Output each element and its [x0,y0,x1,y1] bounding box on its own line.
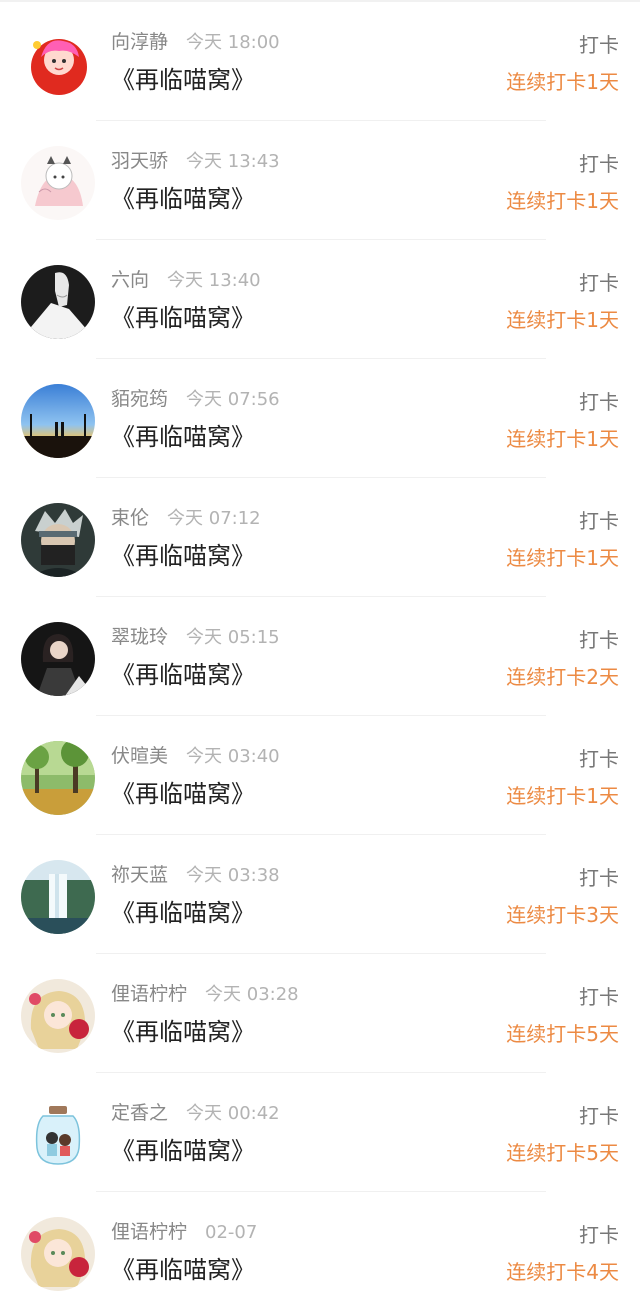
list-item[interactable]: 六向 今天 13:40 《再临喵窝》 打卡 连续打卡1天 [0,240,640,359]
user-name-text[interactable]: 伏暄美 [111,745,168,767]
action-label: 打卡 [579,866,619,890]
list-item[interactable]: 定香之 今天 00:42 《再临喵窝》 打卡 连续打卡5天 [0,1073,640,1192]
book-title[interactable]: 《再临喵窝》 [111,64,255,96]
list-item[interactable]: 俚语柠柠 02-07 《再临喵窝》 打卡 连续打卡4天 [0,1192,640,1311]
streak-label: 连续打卡5天 [506,1141,619,1165]
book-title[interactable]: 《再临喵窝》 [111,421,255,453]
checkin-time: 今天 05:15 [186,627,280,648]
list-item[interactable]: 祢天蓝 今天 03:38 《再临喵窝》 打卡 连续打卡3天 [0,835,640,954]
avatar[interactable] [21,860,95,934]
user-name-text[interactable]: 俚语柠柠 [111,983,187,1005]
checkin-time: 今天 07:56 [186,389,280,410]
user-name-text[interactable]: 貊宛筠 [111,388,168,410]
list-item[interactable]: 伏暄美 今天 03:40 《再临喵窝》 打卡 连续打卡1天 [0,716,640,835]
streak-label: 连续打卡3天 [506,903,619,927]
avatar[interactable] [21,741,95,815]
checkin-time: 今天 18:00 [186,32,280,53]
book-title[interactable]: 《再临喵窝》 [111,1254,255,1286]
avatar[interactable] [21,979,95,1053]
book-title[interactable]: 《再临喵窝》 [111,778,255,810]
checkin-time: 今天 00:42 [186,1103,280,1124]
streak-label: 连续打卡4天 [506,1260,619,1284]
action-label: 打卡 [579,33,619,57]
action-label: 打卡 [579,390,619,414]
streak-label: 连续打卡1天 [506,546,619,570]
avatar[interactable] [21,622,95,696]
avatar[interactable] [21,146,95,220]
list-item[interactable]: 翠珑玲 今天 05:15 《再临喵窝》 打卡 连续打卡2天 [0,597,640,716]
action-label: 打卡 [579,271,619,295]
avatar[interactable] [21,265,95,339]
user-name-text[interactable]: 祢天蓝 [111,864,168,886]
book-title[interactable]: 《再临喵窝》 [111,1135,255,1167]
checkin-time: 今天 13:43 [186,151,280,172]
user-name-text[interactable]: 六向 [111,269,149,291]
user-name[interactable]: 貊宛筠 今天 07:56 [111,387,280,412]
checkin-time: 今天 03:40 [186,746,280,767]
book-title[interactable]: 《再临喵窝》 [111,183,255,215]
avatar[interactable] [21,1217,95,1291]
checkin-time: 今天 07:12 [167,508,261,529]
action-label: 打卡 [579,747,619,771]
user-name[interactable]: 祢天蓝 今天 03:38 [111,863,280,888]
action-label: 打卡 [579,1223,619,1247]
book-title[interactable]: 《再临喵窝》 [111,302,255,334]
user-name-text[interactable]: 翠珑玲 [111,626,168,648]
action-label: 打卡 [579,628,619,652]
list-item[interactable]: 束伦 今天 07:12 《再临喵窝》 打卡 连续打卡1天 [0,478,640,597]
checkin-time: 今天 03:28 [205,984,299,1005]
list-item[interactable]: 向淳静 今天 18:00 《再临喵窝》 打卡 连续打卡1天 [0,2,640,121]
action-label: 打卡 [579,985,619,1009]
avatar[interactable] [21,1098,95,1172]
checkin-time: 今天 03:38 [186,865,280,886]
action-label: 打卡 [579,152,619,176]
user-name[interactable]: 六向 今天 13:40 [111,268,261,293]
user-name[interactable]: 俚语柠柠 02-07 [111,1220,257,1245]
action-label: 打卡 [579,1104,619,1128]
checkin-list: 向淳静 今天 18:00 《再临喵窝》 打卡 连续打卡1天 羽天骄 今天 13:43… [0,0,640,1311]
user-name[interactable]: 定香之 今天 00:42 [111,1101,280,1126]
action-label: 打卡 [579,509,619,533]
list-item[interactable]: 俚语柠柠 今天 03:28 《再临喵窝》 打卡 连续打卡5天 [0,954,640,1073]
streak-label: 连续打卡5天 [506,1022,619,1046]
user-name-text[interactable]: 定香之 [111,1102,168,1124]
user-name-text[interactable]: 羽天骄 [111,150,168,172]
avatar[interactable] [21,27,95,101]
checkin-time: 今天 13:40 [167,270,261,291]
user-name-text[interactable]: 向淳静 [111,31,168,53]
user-name[interactable]: 翠珑玲 今天 05:15 [111,625,280,650]
streak-label: 连续打卡1天 [506,308,619,332]
book-title[interactable]: 《再临喵窝》 [111,897,255,929]
avatar[interactable] [21,384,95,458]
user-name-text[interactable]: 束伦 [111,507,149,529]
checkin-time: 02-07 [205,1222,258,1243]
book-title[interactable]: 《再临喵窝》 [111,540,255,572]
streak-label: 连续打卡1天 [506,784,619,808]
user-name[interactable]: 伏暄美 今天 03:40 [111,744,280,769]
user-name[interactable]: 向淳静 今天 18:00 [111,30,280,55]
user-name[interactable]: 羽天骄 今天 13:43 [111,149,280,174]
streak-label: 连续打卡1天 [506,70,619,94]
user-name[interactable]: 束伦 今天 07:12 [111,506,261,531]
list-item[interactable]: 羽天骄 今天 13:43 《再临喵窝》 打卡 连续打卡1天 [0,121,640,240]
book-title[interactable]: 《再临喵窝》 [111,1016,255,1048]
streak-label: 连续打卡2天 [506,665,619,689]
user-name[interactable]: 俚语柠柠 今天 03:28 [111,982,299,1007]
book-title[interactable]: 《再临喵窝》 [111,659,255,691]
avatar[interactable] [21,503,95,577]
streak-label: 连续打卡1天 [506,427,619,451]
streak-label: 连续打卡1天 [506,189,619,213]
user-name-text[interactable]: 俚语柠柠 [111,1221,187,1243]
list-item[interactable]: 貊宛筠 今天 07:56 《再临喵窝》 打卡 连续打卡1天 [0,359,640,478]
